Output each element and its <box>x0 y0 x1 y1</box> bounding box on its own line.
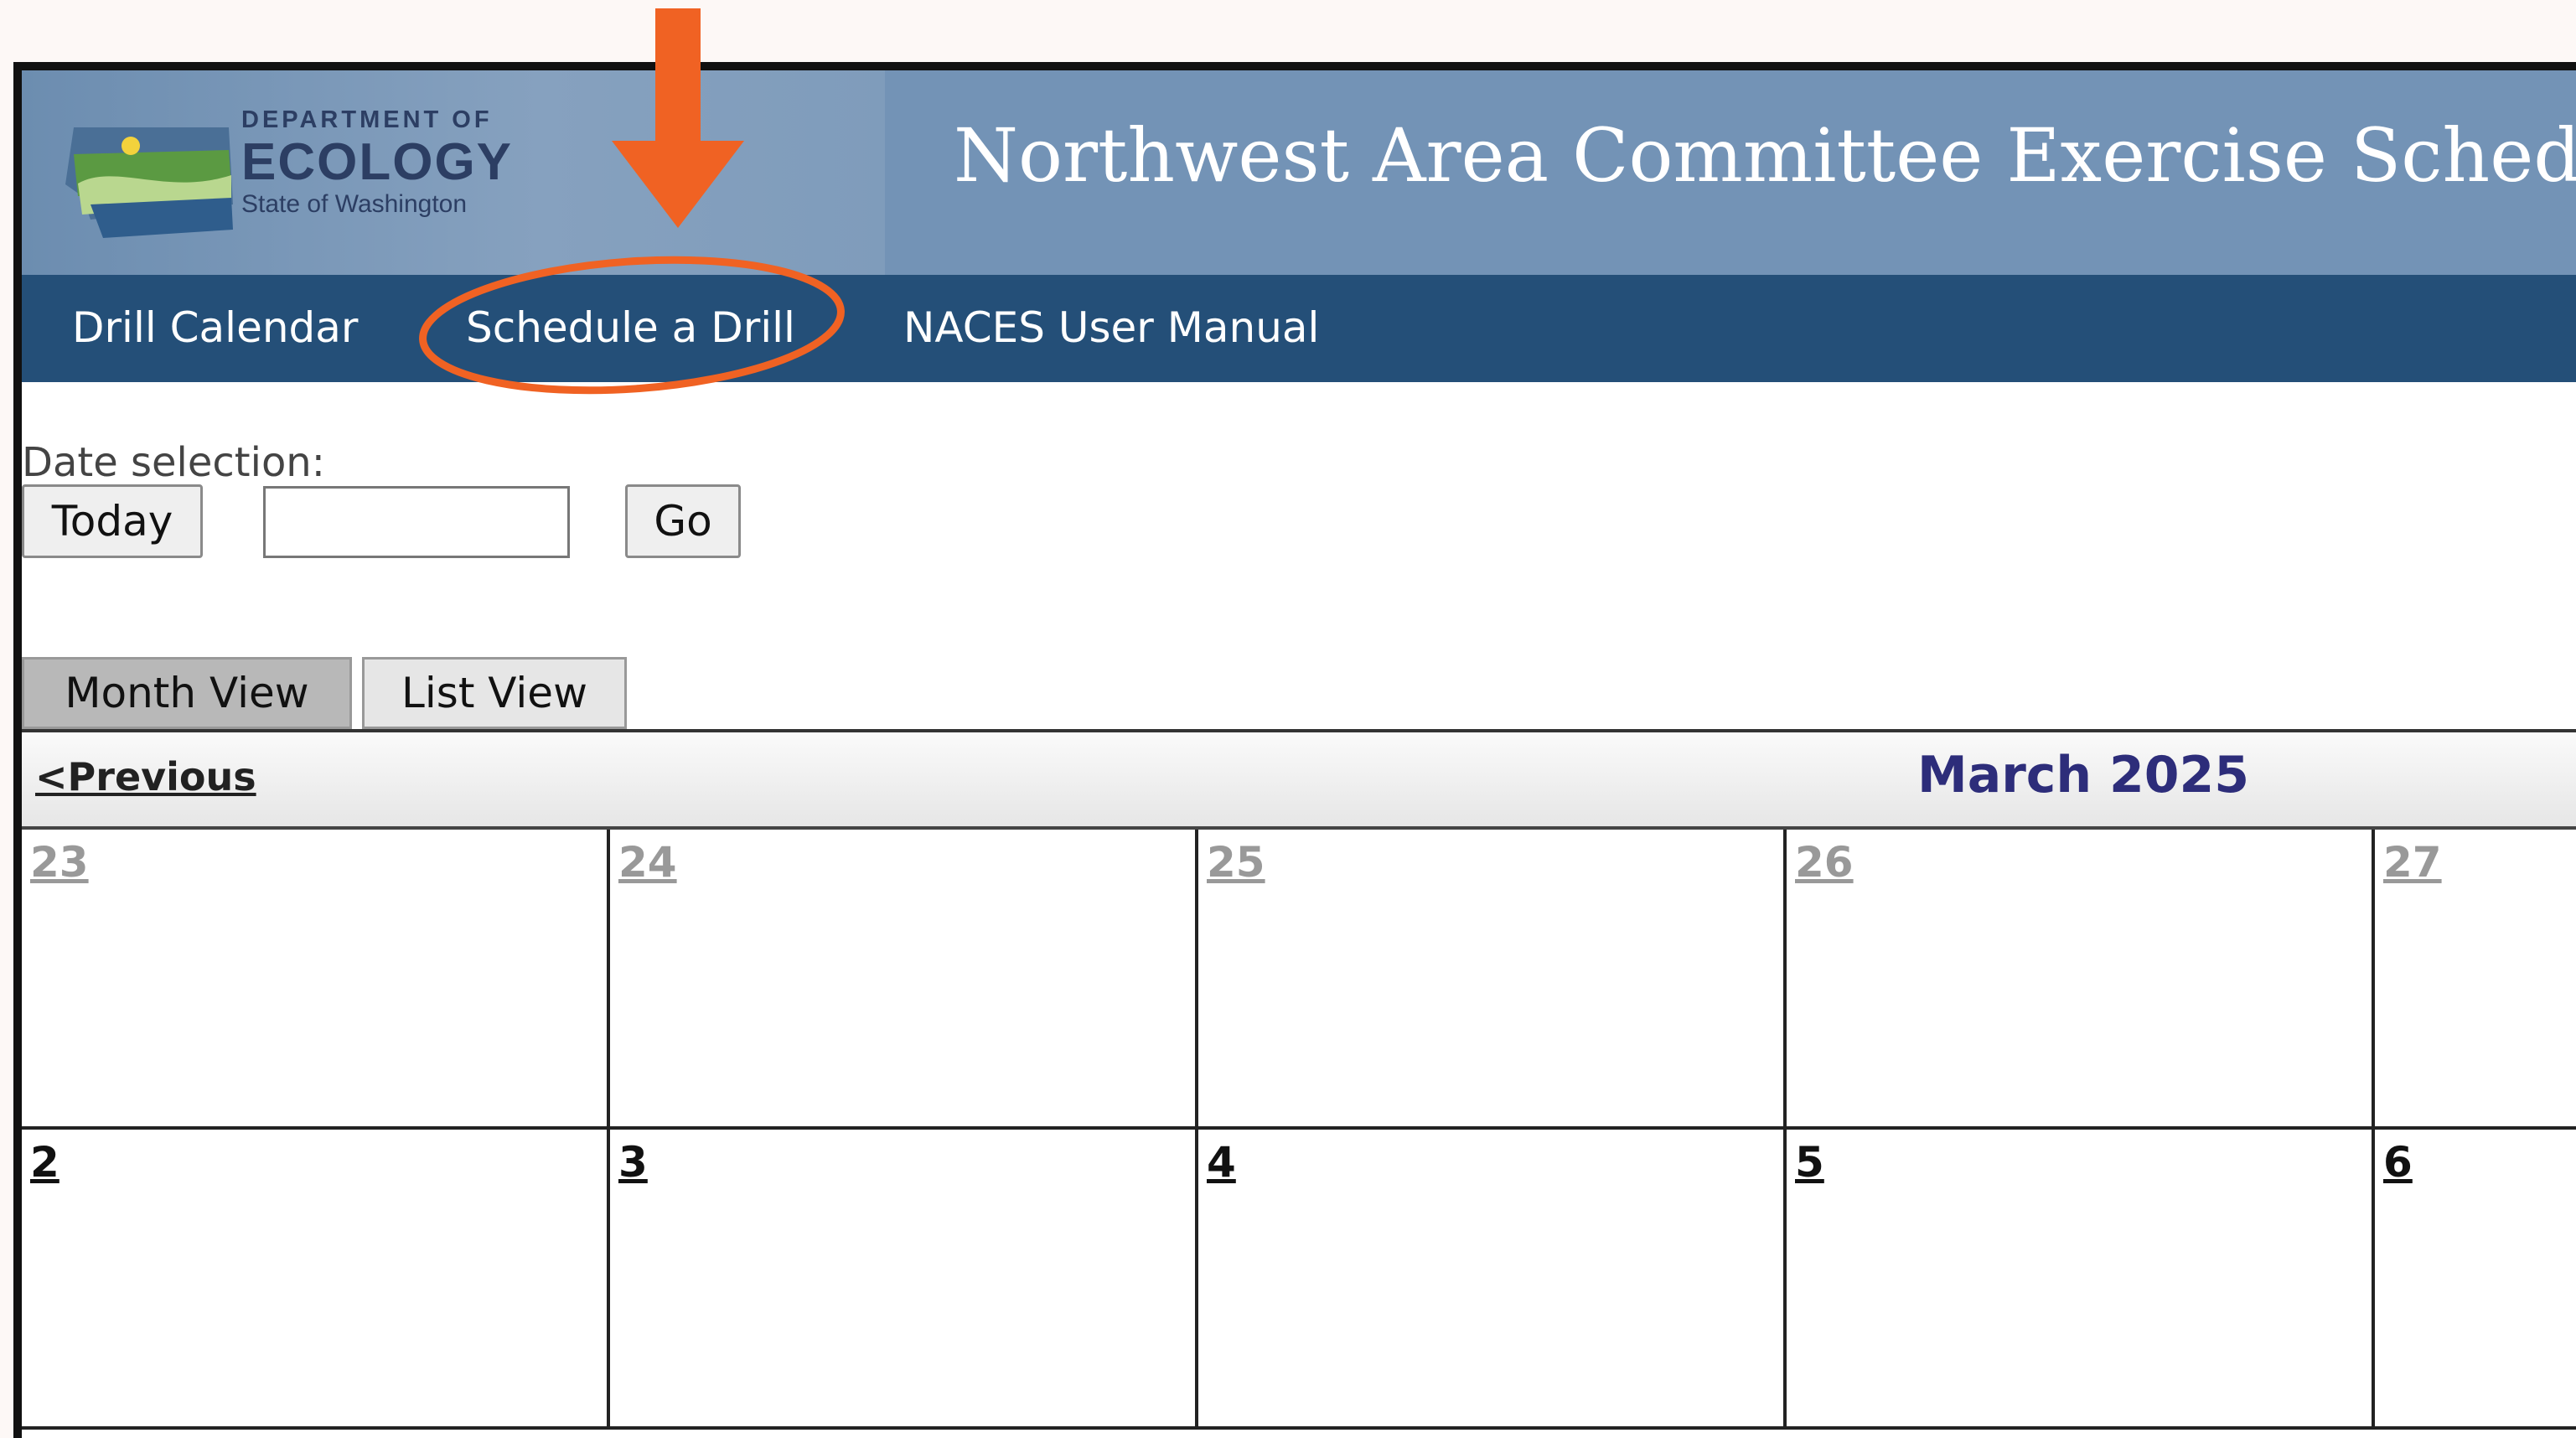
day-cell[interactable]: 2 <box>22 1130 610 1430</box>
tab-list-view[interactable]: List View <box>362 657 627 729</box>
previous-month-link[interactable]: <Previous <box>35 754 256 799</box>
day-number-link[interactable]: 27 <box>2383 838 2442 887</box>
day-number-link[interactable]: 2 <box>30 1138 59 1187</box>
day-cell[interactable]: 23 <box>22 830 610 1130</box>
day-cell[interactable]: 6 <box>2375 1130 2576 1430</box>
site-header: DEPARTMENT OF ECOLOGY State of Washingto… <box>22 70 2576 275</box>
logo-line-department: DEPARTMENT OF <box>241 106 493 133</box>
nav-drill-calendar[interactable]: Drill Calendar <box>72 303 358 352</box>
date-input[interactable] <box>263 486 570 558</box>
day-cell[interactable]: 4 <box>1198 1130 1787 1430</box>
agency-logo[interactable]: DEPARTMENT OF ECOLOGY State of Washingto… <box>22 70 885 275</box>
page-title: Northwest Area Committee Exercise Schedu… <box>954 112 2576 199</box>
washington-state-logo-icon <box>65 127 233 238</box>
logo-line-ecology: ECOLOGY <box>241 133 514 191</box>
day-cell[interactable]: 26 <box>1787 830 2375 1130</box>
logo-line-state: State of Washington <box>241 190 468 218</box>
tab-month-view[interactable]: Month View <box>22 657 352 729</box>
day-cell[interactable]: 24 <box>610 830 1198 1130</box>
go-button[interactable]: Go <box>625 484 741 558</box>
agency-name: DEPARTMENT OF ECOLOGY State of Washingto… <box>241 104 513 220</box>
day-cell[interactable]: 27 <box>2375 830 2576 1130</box>
day-number-link[interactable]: 23 <box>30 838 89 887</box>
main-nav: Drill Calendar Schedule a Drill NACES Us… <box>22 275 2576 382</box>
date-selection-label: Date selection: <box>22 439 325 486</box>
day-number-link[interactable]: 3 <box>618 1138 648 1187</box>
day-cell[interactable]: 5 <box>1787 1130 2375 1430</box>
day-number-link[interactable]: 25 <box>1207 838 1265 887</box>
day-number-link[interactable]: 6 <box>2383 1138 2413 1187</box>
day-number-link[interactable]: 26 <box>1795 838 1854 887</box>
app-window: DEPARTMENT OF ECOLOGY State of Washingto… <box>13 62 2576 1438</box>
calendar-header: <Previous March 2025 <box>22 732 2576 830</box>
day-cell[interactable]: 3 <box>610 1130 1198 1430</box>
nav-schedule-a-drill[interactable]: Schedule a Drill <box>466 303 795 352</box>
month-title: March 2025 <box>1917 746 2249 804</box>
day-number-link[interactable]: 24 <box>618 838 677 887</box>
today-button[interactable]: Today <box>22 484 203 558</box>
nav-naces-user-manual[interactable]: NACES User Manual <box>903 303 1319 352</box>
day-number-link[interactable]: 5 <box>1795 1138 1824 1187</box>
day-number-link[interactable]: 4 <box>1207 1138 1236 1187</box>
day-cell[interactable]: 25 <box>1198 830 1787 1130</box>
month-calendar: <Previous March 2025 23 24 25 26 27 2 3 … <box>22 729 2576 1438</box>
